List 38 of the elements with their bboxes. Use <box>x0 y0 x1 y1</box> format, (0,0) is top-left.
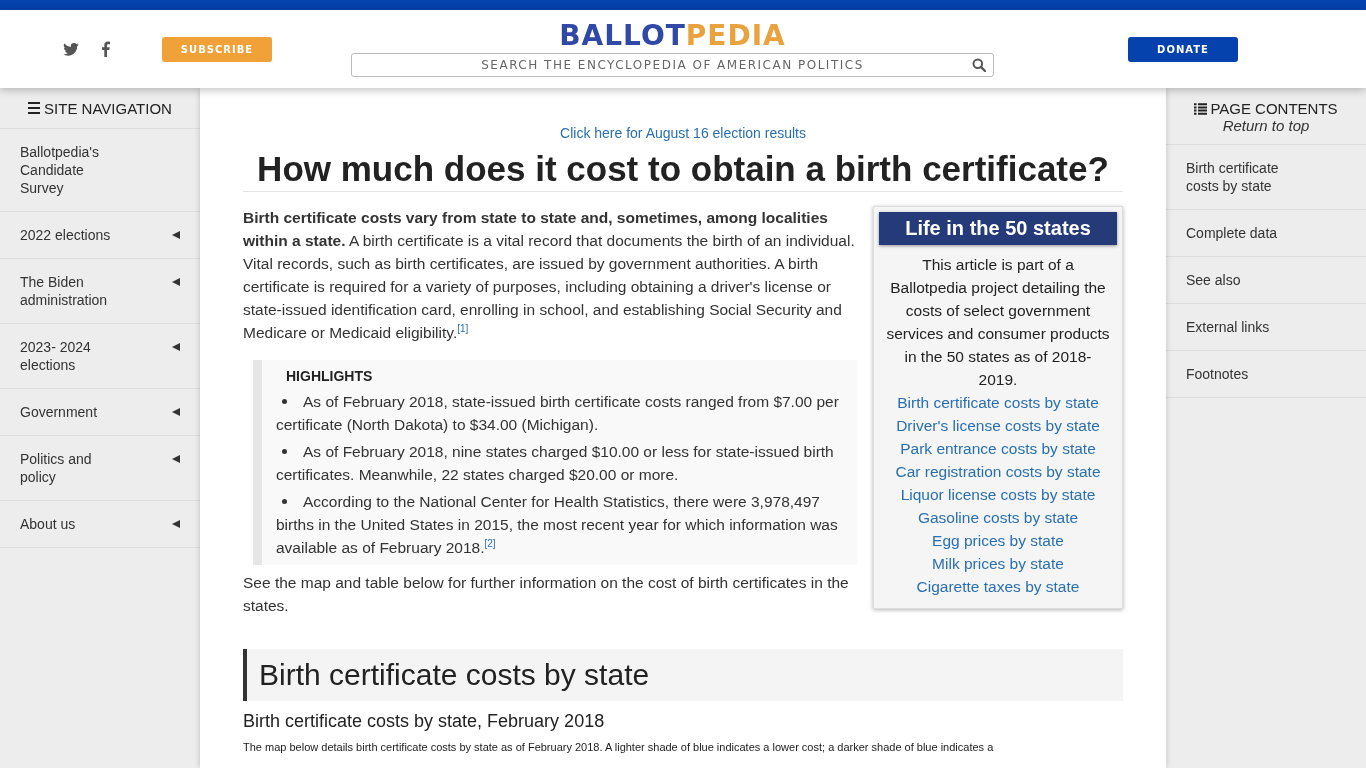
infobox-link[interactable]: Milk prices by state <box>878 552 1118 575</box>
infobox-link[interactable]: Cigarette taxes by state <box>878 575 1118 598</box>
infobox-link[interactable]: Liquor license costs by state <box>878 483 1118 506</box>
infobox-link[interactable]: Gasoline costs by state <box>878 506 1118 529</box>
subheading: Birth certificate costs by state, February 2018 <box>243 711 606 732</box>
infobox-link[interactable]: Egg prices by state <box>878 529 1118 552</box>
contents-item[interactable]: External links <box>1166 304 1366 351</box>
contents-item[interactable]: Complete data <box>1166 210 1366 257</box>
election-results-link[interactable]: Click here for August 16 election results <box>243 125 1123 141</box>
highlights-title: HIGHLIGHTS <box>286 367 374 386</box>
list-icon <box>1194 102 1208 115</box>
search-icon[interactable] <box>972 58 986 72</box>
facebook-icon[interactable] <box>101 41 110 57</box>
search-field[interactable]: SEARCH THE ENCYCLOPEDIA OF AMERICAN POLITICS <box>351 53 994 77</box>
highlight-item: As of February 2018, nine states charged $10.00 or less for state-issued birth certificates. Meanwhile, 22 states charged $20.00 or more. <box>276 442 835 485</box>
twitter-icon[interactable] <box>63 42 79 56</box>
page-title: How much does it cost to obtain a birth certificate? <box>243 149 1123 192</box>
intro-paragraph: Birth certificate costs vary from state to state and, sometimes, among localities within a state. A birth certificate is a vital record that documents the birth of an individual. Vital records, such as birth certificates, are issued by government authorities. A birth certificate is required for a variety of purposes, including obtaining a driver's license or state-issued identification card, enrolling in school, and establishing Social Security and Medicare or Medicaid eligibility.$^{[1]}$ <box>243 208 856 343</box>
infobox-text: This article is part of a Ballotpedia project detailing the costs of select government services and consumer products in the 50 states as of 2018-2019. <box>885 255 1111 390</box>
donate-button[interactable]: DONATE <box>1128 36 1238 62</box>
map-caption: The map below details birth certificate costs by state as of February 2018. A lighter shade of blue indicates a lower cost; a darker shade of blue indicates a <box>243 741 995 753</box>
section-heading: Birth certificate costs by state <box>243 649 1123 701</box>
infobox-link[interactable]: Birth certificate costs by state <box>878 391 1118 414</box>
highlight-item: As of February 2018, state-issued birth certificate costs ranged from $7.00 per certificate (North Dakota) to $34.00 (Michigan). <box>276 392 840 435</box>
menu-icon <box>28 102 41 114</box>
contents-item[interactable]: Birth certificate costs by state <box>1166 145 1366 210</box>
site-logo[interactable]: BALLOTPEDIA <box>559 21 786 51</box>
infobox-link[interactable]: Park entrance costs by state <box>878 437 1118 460</box>
contents-item[interactable]: See also <box>1166 257 1366 304</box>
return-to-top-link[interactable]: Return to top <box>1166 117 1366 134</box>
infobox-link[interactable]: Driver's license costs by state <box>878 414 1118 437</box>
nav-title: SITE NAVIGATION <box>44 99 172 117</box>
contents-item[interactable]: Footnotes <box>1166 351 1366 398</box>
infobox-link[interactable]: Car registration costs by state <box>878 460 1118 483</box>
highlight-item: According to the National Center for Health Statistics, there were 3,978,497 births in the United States in 2015, the most recent year for which information was available as of February 2018.$^{[2]}$ <box>276 492 839 558</box>
paragraph: See the map and table below for further information on the cost of birth certificates in the states. <box>243 573 850 616</box>
infobox-title: Life in the 50 states <box>879 212 1117 245</box>
contents-title: PAGE CONTENTS <box>1210 100 1338 117</box>
